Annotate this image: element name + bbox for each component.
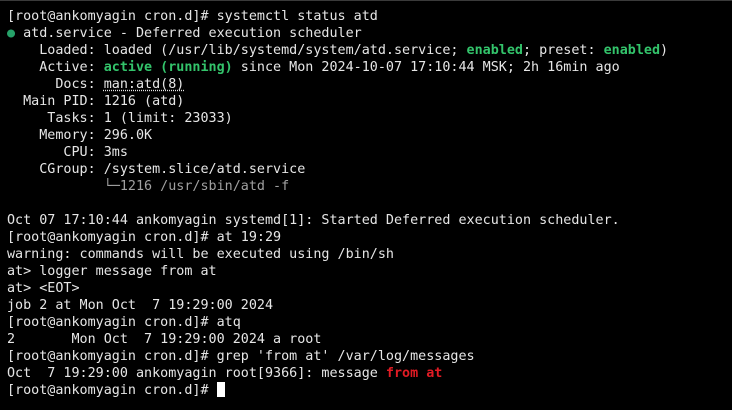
terminal-line-active: Active: active (running) since Mon 2024-… [7, 59, 732, 76]
field-label: Docs: [7, 77, 104, 92]
shell-prompt: [root@ankomyagin cron.d]# [7, 349, 209, 364]
terminal-line-cgroup: CGroup: /system.slice/atd.service [7, 162, 306, 177]
terminal-line-cmd4: [root@ankomyagin cron.d]# grep 'from at'… [7, 348, 732, 365]
status-dot-icon: ● [7, 26, 16, 41]
terminal-line-job: job 2 at Mon Oct 7 19:29:00 2024 [7, 298, 274, 313]
grep-match-highlight: from at [385, 366, 443, 381]
terminal-line-cmd2: [root@ankomyagin cron.d]# at 19:29 [7, 229, 732, 246]
field-value: loaded (/usr/lib/systemd/system/atd.serv… [103, 43, 467, 58]
terminal-line-tasks: Tasks: 1 (limit: 23033) [7, 111, 233, 126]
terminal-line-loaded: Loaded: loaded (/usr/lib/systemd/system/… [7, 42, 732, 59]
terminal-line-at-eot: at> <EOT> [7, 281, 80, 296]
terminal-line-final-prompt[interactable]: [root@ankomyagin cron.d]# [7, 382, 732, 399]
terminal-window[interactable]: [root@ankomyagin cron.d]# systemctl stat… [0, 0, 732, 410]
command-text: systemctl status atd [208, 9, 378, 24]
shell-prompt: [root@ankomyagin cron.d]# [7, 315, 209, 330]
terminal-line-at-input: at> logger message from at [7, 264, 217, 279]
terminal-line-atq: 2 Mon Oct 7 19:29:00 2024 a root [7, 332, 322, 347]
terminal-line-mainpid: Main PID: 1216 (atd) [7, 94, 185, 109]
command-text: atq [208, 315, 241, 330]
service-title: atd.service - Deferred execution schedul… [15, 26, 362, 41]
field-value: ; preset: [522, 43, 604, 58]
shell-prompt: [root@ankomyagin cron.d]# [7, 230, 209, 245]
terminal-line-cmd1: [root@ankomyagin cron.d]# systemctl stat… [7, 8, 732, 25]
terminal-line-log: Oct 07 17:10:44 ankomyagin systemd[1]: S… [7, 213, 620, 228]
field-label: Loaded: [7, 43, 104, 58]
field-value: since Mon 2024-10-07 17:10:44 MSK; 2h 16… [232, 60, 620, 75]
grep-output: Oct 7 19:29:00 ankomyagin root[9366]: me… [7, 366, 386, 381]
docs-link[interactable]: man:atd(8) [104, 77, 185, 92]
field-label: Active: [7, 60, 104, 75]
active-status: active (running) [103, 60, 233, 75]
terminal-line-memory: Memory: 296.0K [7, 128, 153, 143]
text-cursor[interactable] [216, 382, 225, 397]
command-text: grep 'from at' /var/log/messages [208, 349, 475, 364]
terminal-line-cpu: CPU: 3ms [7, 145, 128, 160]
terminal-line-warning: warning: commands will be executed using… [7, 247, 394, 262]
preset-status: enabled [603, 43, 661, 58]
terminal-line-cmd3: [root@ankomyagin cron.d]# atq [7, 314, 732, 331]
shell-prompt: [root@ankomyagin cron.d]# [7, 383, 217, 398]
enabled-status: enabled [466, 43, 523, 58]
terminal-line-cgroup-child: └─1216 /usr/sbin/atd -f [7, 179, 290, 194]
terminal-line-docs: Docs: man:atd(8) [7, 76, 732, 93]
command-text: at 19:29 [208, 230, 282, 245]
terminal-line-grep-result: Oct 7 19:29:00 ankomyagin root[9366]: me… [7, 365, 732, 382]
field-value: ) [660, 43, 669, 58]
shell-prompt: [root@ankomyagin cron.d]# [7, 9, 209, 24]
terminal-line-service-title: ● atd.service - Deferred execution sched… [7, 25, 732, 42]
